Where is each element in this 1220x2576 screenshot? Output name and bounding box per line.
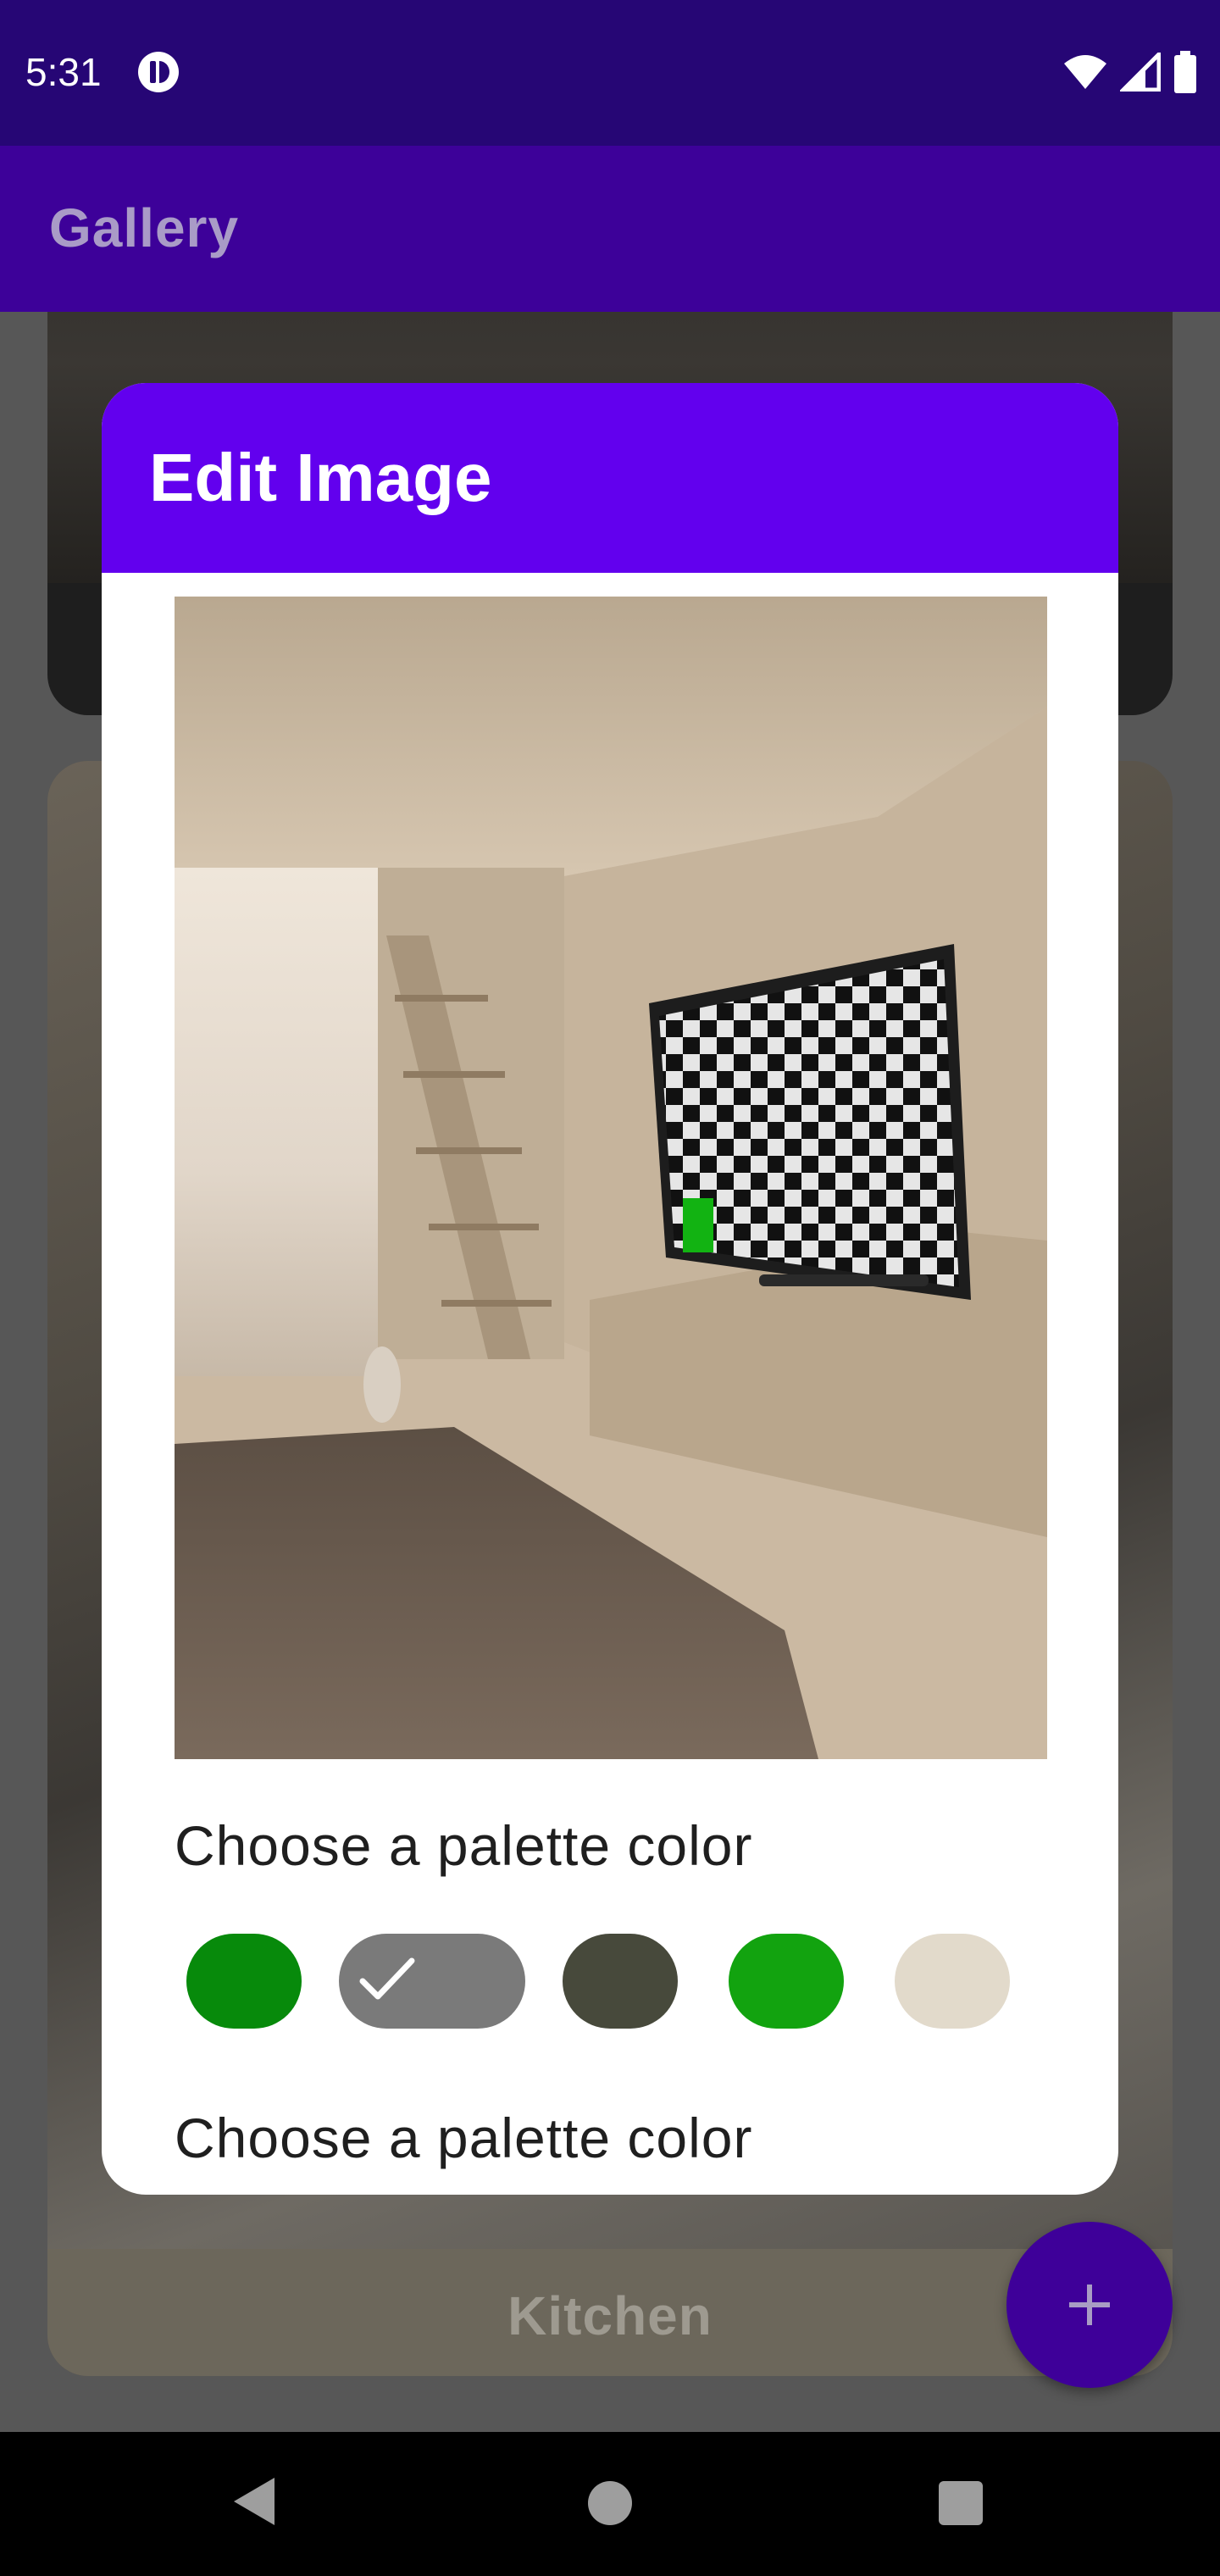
home-icon[interactable] bbox=[588, 2481, 632, 2525]
wifi-icon bbox=[1064, 55, 1106, 89]
signal-icon bbox=[1120, 53, 1161, 92]
palette-swatch-1[interactable] bbox=[186, 1934, 302, 2029]
gallery-card-label-bar: Kitchen bbox=[47, 2249, 1173, 2376]
gallery-card-label: Kitchen bbox=[507, 2285, 713, 2346]
palette-section-label: Choose a palette color bbox=[175, 2107, 753, 2169]
preview-image bbox=[175, 597, 1047, 1759]
dialog-header: Edit Image bbox=[102, 383, 1118, 573]
app-notification-icon bbox=[138, 52, 179, 92]
checkmark-icon bbox=[359, 1957, 415, 2000]
palette-swatch-3[interactable] bbox=[563, 1934, 678, 2029]
palette-swatch-5[interactable] bbox=[895, 1934, 1010, 2029]
battery-icon bbox=[1174, 51, 1196, 93]
status-bar: 5:31 bbox=[0, 0, 1220, 146]
dialog-title: Edit Image bbox=[149, 440, 492, 515]
palette-swatch-2-selected[interactable] bbox=[339, 1934, 525, 2029]
edit-image-dialog: Edit Image Choose a palette color Choose… bbox=[102, 383, 1118, 2195]
status-icons bbox=[1062, 51, 1198, 93]
palette-swatch-4[interactable] bbox=[729, 1934, 844, 2029]
palette-section-label: Choose a palette color bbox=[175, 1814, 753, 1877]
add-fab-button[interactable] bbox=[1006, 2222, 1173, 2388]
app-bar: Gallery bbox=[0, 146, 1220, 312]
recents-icon[interactable] bbox=[939, 2481, 983, 2525]
system-nav-bar bbox=[0, 2432, 1220, 2576]
back-icon[interactable] bbox=[232, 2476, 276, 2527]
app-title: Gallery bbox=[49, 197, 240, 258]
status-time: 5:31 bbox=[25, 50, 102, 94]
plus-icon bbox=[1069, 2285, 1110, 2325]
